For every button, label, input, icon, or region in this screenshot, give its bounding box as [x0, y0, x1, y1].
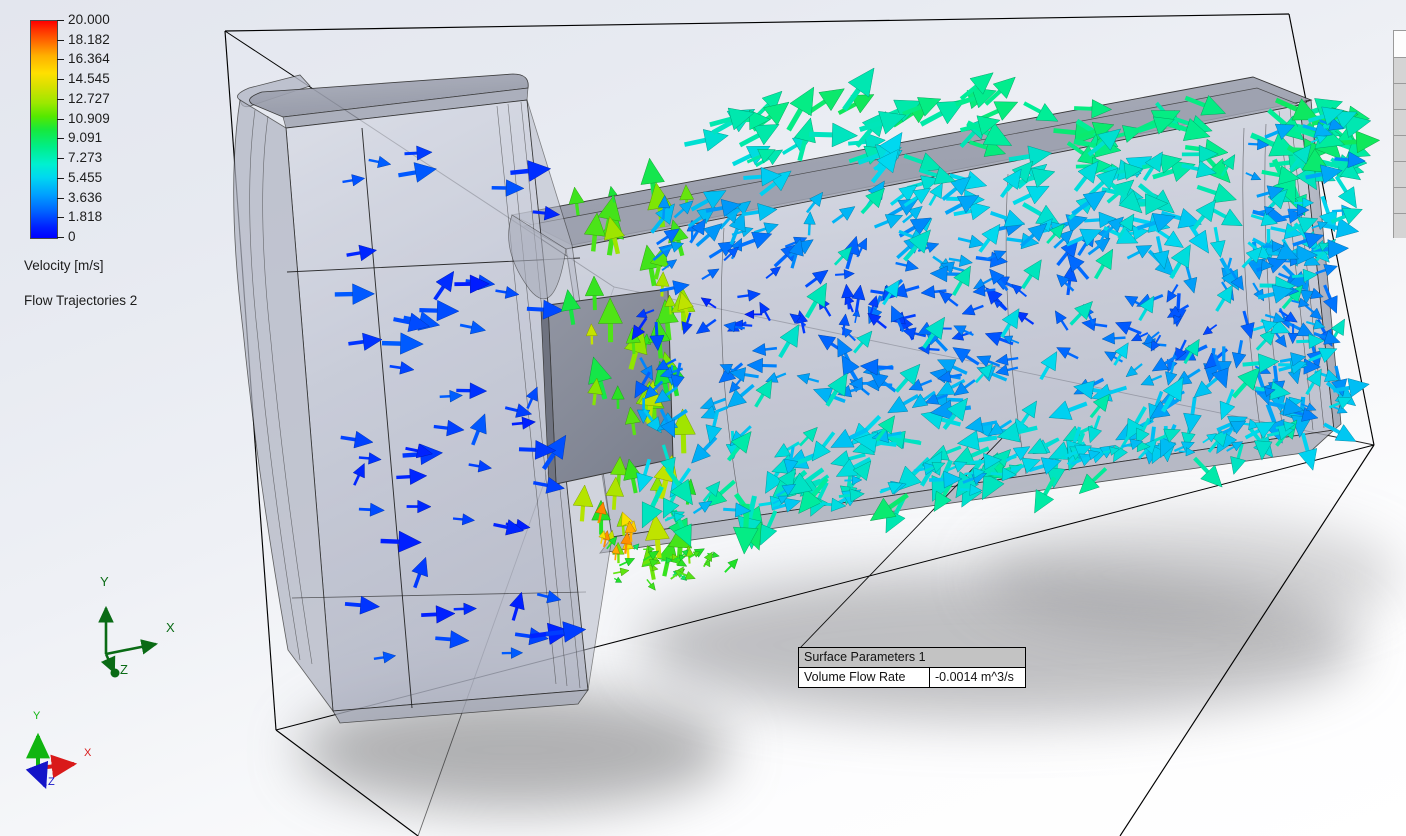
velocity-arrow	[738, 124, 780, 148]
colorbar-tick	[57, 198, 64, 199]
legend-title: Velocity [m/s]	[24, 258, 104, 273]
colorbar-value-label: 3.636	[68, 190, 103, 205]
panel-row[interactable]	[1393, 58, 1406, 84]
colorbar-tick	[57, 79, 64, 80]
scene-geometry	[224, 13, 1381, 836]
colorbar-value-label: 12.727	[68, 91, 110, 106]
legend-plot-name: Flow Trajectories 2	[24, 293, 138, 308]
colorbar-tick	[57, 158, 64, 159]
callout-title: Surface Parameters 1	[799, 648, 1025, 668]
view-triad-z-label: Z	[48, 776, 55, 788]
panel-row[interactable]	[1393, 214, 1406, 238]
view-triad-z-axis	[25, 760, 49, 789]
callout-parameter-value: -0.0014 m^3/s	[930, 668, 1025, 687]
model-coordinate-triad: Y X Z	[78, 572, 208, 692]
panel-row[interactable]	[1393, 136, 1406, 162]
velocity-arrow	[724, 558, 739, 573]
view-triad-x-axis	[37, 754, 78, 779]
velocity-arrow	[613, 567, 630, 577]
triad-y-label: Y	[100, 574, 109, 589]
triad-z-label: Z	[120, 662, 128, 677]
panel-row[interactable]	[1393, 188, 1406, 214]
colorbar-value-label: 9.091	[68, 130, 103, 145]
callout-row: Volume Flow Rate -0.0014 m^3/s	[799, 668, 1025, 687]
panel-row[interactable]	[1393, 30, 1406, 58]
colorbar-value-label: 18.182	[68, 32, 110, 47]
triad-x-label: X	[166, 620, 175, 635]
colorbar-value-label: 10.909	[68, 111, 110, 126]
flow-simulation-viewport[interactable]: 20.000 18.182 16.364 14.545 12.727 10.909 9.09…	[0, 0, 1406, 836]
colorbar-value-label: 16.364	[68, 51, 110, 66]
triad-x-axis	[105, 639, 159, 656]
view-orientation-triad[interactable]: Y X Z	[12, 702, 122, 802]
velocity-arrow	[646, 578, 656, 591]
colorbar-tick	[57, 237, 64, 238]
colorbar-tick	[57, 20, 64, 21]
velocity-arrow	[1334, 175, 1357, 209]
velocity-arrow	[613, 576, 623, 583]
colorbar-tick	[57, 40, 64, 41]
colorbar-tick	[57, 59, 64, 60]
colorbar-value-label: 0	[68, 229, 76, 244]
colorbar-tick	[57, 119, 64, 120]
colorbar-tick	[57, 99, 64, 100]
colorbar-tick	[57, 178, 64, 179]
colorbar-value-label: 14.545	[68, 71, 110, 86]
view-triad-y-label: Y	[33, 710, 41, 722]
colorbar-value-label: 7.273	[68, 150, 103, 165]
colorbar-tick	[57, 217, 64, 218]
velocity-arrow	[684, 129, 729, 152]
colorbar-value-label: 1.818	[68, 209, 103, 224]
velocity-arrow	[618, 558, 636, 567]
right-side-panel-sliver[interactable]	[1393, 30, 1406, 238]
colorbar-value-label: 5.455	[68, 170, 103, 185]
surface-parameters-callout[interactable]: Surface Parameters 1 Volume Flow Rate -0…	[798, 647, 1026, 688]
view-triad-x-label: X	[84, 747, 92, 759]
panel-row[interactable]	[1393, 84, 1406, 110]
colorbar-tick	[57, 138, 64, 139]
panel-row[interactable]	[1393, 162, 1406, 188]
callout-parameter-label: Volume Flow Rate	[799, 668, 930, 687]
velocity-colorbar	[30, 20, 58, 239]
panel-row[interactable]	[1393, 110, 1406, 136]
colorbar-value-label: 20.000	[68, 12, 110, 27]
